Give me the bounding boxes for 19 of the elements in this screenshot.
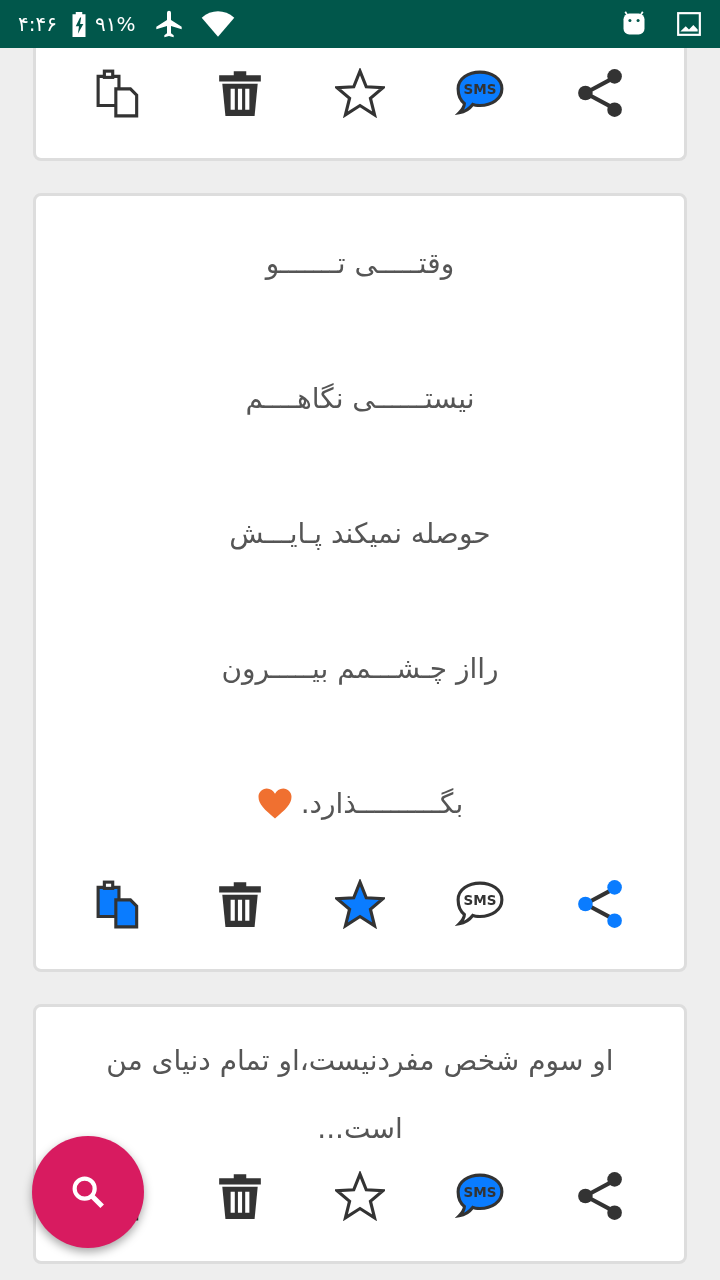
star-icon[interactable] — [335, 68, 385, 118]
image-icon — [676, 11, 702, 37]
clock: ۴:۴۶ — [18, 12, 57, 36]
quote-text: بگــــــــــذارد. — [300, 787, 464, 820]
quote-text: وقتـــــی تـــــــو — [265, 247, 455, 280]
battery-charging-icon — [70, 11, 87, 37]
share-icon[interactable] — [575, 1171, 625, 1221]
share-icon[interactable] — [575, 879, 625, 929]
star-icon[interactable] — [335, 879, 385, 929]
quote-text: رااز چـشـــمم بیـــــرون — [221, 652, 499, 685]
quote-text: نیستــــــی نگاهــــم — [245, 382, 475, 415]
star-icon[interactable] — [335, 1171, 385, 1221]
sms-icon[interactable]: SMS — [455, 879, 505, 929]
sms-icon[interactable]: SMS — [455, 1171, 505, 1221]
quote-text: او سوم شخص مفردنیست،او تمام دنیای من است... — [105, 1043, 615, 1147]
share-icon[interactable] — [575, 68, 625, 118]
battery-percent: ۹۱% — [94, 12, 136, 36]
sms-icon[interactable]: SMS — [455, 68, 505, 118]
quote-text: حوصله نمیکند پـایـــش — [229, 517, 491, 550]
